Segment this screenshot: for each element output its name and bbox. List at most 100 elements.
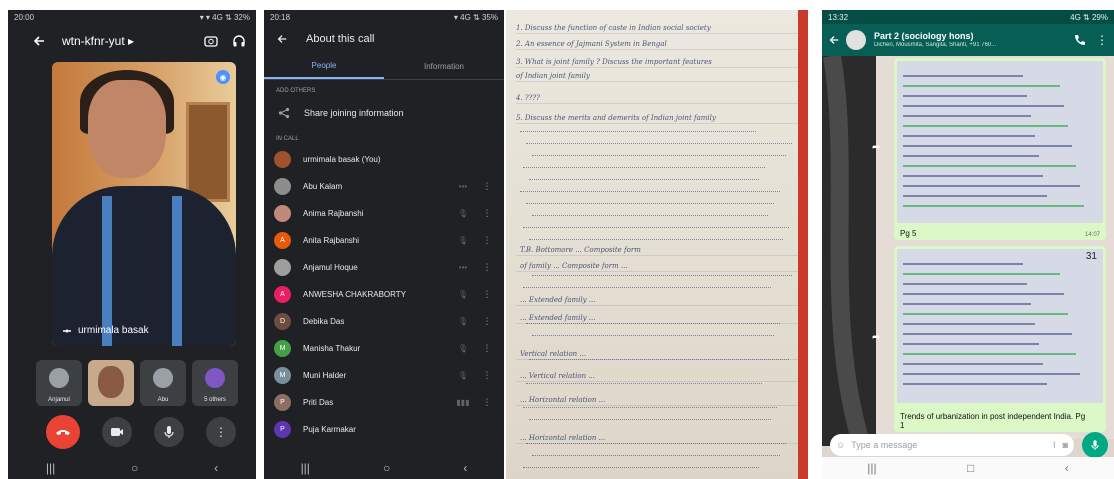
home-icon[interactable]: ○ — [383, 461, 390, 475]
notebook-text-line — [903, 185, 1080, 187]
handwriting-scribble — [526, 142, 792, 144]
forward-icon[interactable]: ➦ — [872, 142, 880, 153]
group-info[interactable]: Part 2 (sociology hons) Dichen, Mousmita… — [874, 31, 1074, 48]
tab-people[interactable]: People — [264, 54, 384, 79]
others-thumb[interactable]: 5 others — [192, 360, 238, 406]
participant-row[interactable]: M Manisha Thakur 🎙 ⋮ — [264, 335, 504, 362]
camera-toggle-button[interactable] — [102, 417, 132, 447]
page-number: 31 — [1085, 251, 1097, 262]
participant-name: Anjamul Hoque — [303, 263, 358, 272]
recents-icon[interactable]: ||| — [867, 461, 876, 475]
chat-header: Part 2 (sociology hons) Dichen, Mousmita… — [822, 24, 1114, 56]
back-arrow-icon[interactable] — [32, 34, 46, 48]
home-icon[interactable]: ○ — [131, 461, 138, 475]
voice-record-button[interactable] — [1082, 432, 1108, 458]
pin-icon[interactable]: ◉ — [216, 70, 230, 84]
back-nav-icon[interactable]: ‹ — [214, 461, 218, 475]
participant-row[interactable]: Abu Kalam ••• ⋮ — [264, 173, 504, 200]
note-line: 5. Discuss the merits and demerits of In… — [516, 114, 716, 122]
participant-name: urmimala basak (You) — [303, 155, 381, 164]
back-nav-icon[interactable]: ‹ — [1065, 461, 1069, 475]
participant-row[interactable]: A ANWESHA CHAKRABORTY 🎙 ⋮ — [264, 281, 504, 308]
back-arrow-icon[interactable] — [828, 34, 840, 46]
notebook-text-line — [903, 263, 1023, 265]
handwriting-scribble — [532, 214, 768, 216]
tab-information[interactable]: Information — [384, 54, 504, 79]
notebook-text-line — [903, 343, 1039, 345]
meeting-code[interactable]: wtn-kfnr-yut ▸ — [62, 34, 190, 48]
participant-thumb[interactable]: Abu — [140, 360, 186, 406]
emoji-icon[interactable]: ☺ — [836, 440, 845, 450]
presenter-name: urmimala basak — [78, 325, 149, 336]
notebook-text-line — [903, 353, 1076, 355]
notebook-text-line — [903, 363, 1043, 365]
participant-row[interactable]: D Debika Das 🎙 ⋮ — [264, 308, 504, 335]
notebook-text-line — [903, 115, 1031, 117]
participant-row[interactable]: P Priti Das ▮▮▮ ⋮ — [264, 389, 504, 416]
image-message[interactable]: 31 Trends of urbanization in post indepe… — [894, 246, 1106, 432]
headphones-icon[interactable] — [232, 34, 246, 48]
participant-row[interactable]: M Muni Halder 🎙 ⋮ — [264, 362, 504, 389]
notebook-photo[interactable]: 31 — [897, 249, 1103, 403]
group-avatar[interactable] — [846, 30, 866, 50]
participant-status-icon: ▮▮▮ — [456, 398, 470, 407]
recents-icon[interactable]: ||| — [46, 461, 55, 475]
forwarded-media-strip — [822, 56, 876, 446]
group-members: Dichen, Mousmita, Sangita, Shanti, +91 7… — [874, 41, 997, 48]
notebook-text-line — [903, 85, 1060, 87]
add-call-icon[interactable] — [1074, 34, 1086, 46]
participant-row[interactable]: urmimala basak (You) — [264, 146, 504, 173]
handwriting-scribble — [520, 130, 756, 132]
recents-icon[interactable]: ||| — [301, 461, 310, 475]
status-indicators: 4G ⇅ 29% — [1070, 12, 1108, 22]
participant-status-icon: 🎙 — [457, 317, 469, 326]
participant-menu-icon[interactable]: ⋮ — [480, 235, 494, 246]
home-icon[interactable]: □ — [967, 461, 974, 475]
notebook-text-line — [903, 175, 1043, 177]
participant-menu-icon[interactable]: ⋮ — [480, 316, 494, 327]
notebook-photo[interactable] — [897, 61, 1103, 223]
end-call-button[interactable] — [46, 415, 80, 449]
back-nav-icon[interactable]: ‹ — [463, 461, 467, 475]
participant-row[interactable]: P Puja Karmakar — [264, 416, 504, 443]
participant-menu-icon[interactable]: ⋮ — [480, 370, 494, 381]
notebook-text-line — [903, 205, 1084, 207]
participant-status-icon: ••• — [458, 263, 468, 272]
image-message[interactable]: Pg 5 14:07 — [894, 58, 1106, 240]
attach-icon[interactable]: ⌇ — [1052, 440, 1056, 451]
forward-icon[interactable]: ➦ — [872, 332, 880, 343]
participant-menu-icon[interactable]: ⋮ — [480, 262, 494, 273]
camera-icon[interactable]: ◙ — [1063, 440, 1068, 450]
notebook-text-line — [903, 75, 1023, 77]
notebook-text-line — [903, 125, 1068, 127]
participant-row[interactable]: Anjamul Hoque ••• ⋮ — [264, 254, 504, 281]
more-options-button[interactable]: ⋮ — [206, 417, 236, 447]
mic-toggle-button[interactable] — [154, 417, 184, 447]
status-indicators: ▾ ▾ 4G ⇅ 32% — [199, 12, 250, 22]
menu-icon[interactable]: ⋮ — [1096, 33, 1108, 47]
back-arrow-icon[interactable] — [276, 33, 288, 45]
share-joining-info[interactable]: Share joining information — [264, 98, 504, 128]
participant-row[interactable]: A Anita Rajbanshi 🎙 ⋮ — [264, 227, 504, 254]
participant-menu-icon[interactable]: ⋮ — [480, 208, 494, 219]
participant-menu-icon[interactable]: ⋮ — [480, 289, 494, 300]
notebook-text-line — [903, 95, 1027, 97]
participant-avatar: A — [274, 286, 291, 303]
handwriting-scribble — [532, 274, 792, 276]
participant-menu-icon[interactable]: ⋮ — [480, 343, 494, 354]
notebook-text-line — [903, 283, 1027, 285]
message-caption: Pg 5 — [900, 229, 917, 238]
participant-row[interactable]: Anima Rajbanshi 🎙 ⋮ — [264, 200, 504, 227]
meet-call-screen: 20:00 ▾ ▾ 4G ⇅ 32% wtn-kfnr-yut ▸ ◉ urmi… — [8, 10, 256, 479]
participant-menu-icon[interactable]: ⋮ — [480, 181, 494, 192]
message-input[interactable]: ☺ Type a message ⌇ ◙ — [830, 434, 1074, 456]
participant-thumb[interactable]: Anjamul — [36, 360, 82, 406]
notebook-text-line — [903, 333, 1072, 335]
self-thumb[interactable] — [88, 360, 134, 406]
message-caption: Trends of urbanization in post independe… — [900, 412, 1086, 430]
message-placeholder: Type a message — [851, 440, 918, 450]
main-video-tile[interactable]: ◉ urmimala basak — [52, 62, 236, 346]
participant-status-icon: 🎙 — [457, 290, 469, 299]
participant-menu-icon[interactable]: ⋮ — [480, 397, 494, 408]
switch-camera-icon[interactable] — [204, 34, 218, 48]
